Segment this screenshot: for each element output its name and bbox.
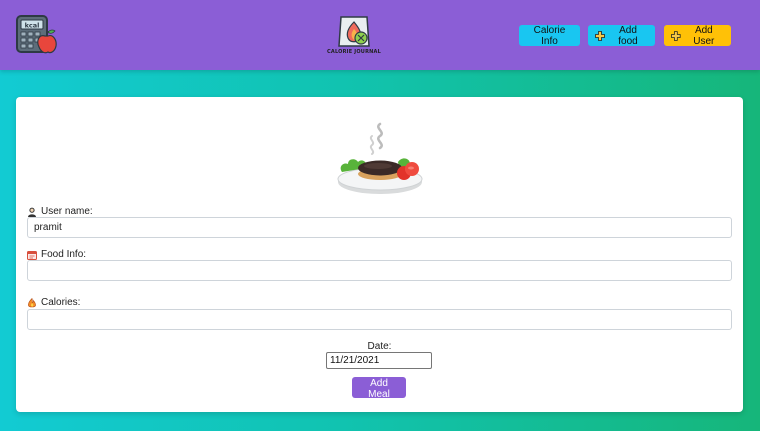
dish-illustration [337,122,423,194]
food-info-input[interactable] [27,260,732,281]
calorie-journal-logo[interactable]: CALORIE JOURNAL [327,14,381,58]
food-info-label: Food Info: [27,249,86,260]
calories-label: Calories: [27,297,80,308]
user-name-label: User name: [27,206,93,217]
user-name-label-text: User name: [41,206,93,217]
date-input[interactable] [326,352,432,369]
calculator-apple-icon[interactable]: kcal [15,14,57,56]
add-user-label: Add User [693,24,715,47]
calorie-info-label: Calorie Info [533,24,566,47]
user-icon [28,207,36,217]
logo-emblem-icon [338,16,370,47]
food-box-icon [27,250,37,260]
calorie-info-button[interactable]: Calorie Info [519,24,580,47]
brand-text: CALORIE JOURNAL [327,49,381,55]
add-meal-button[interactable]: Add Meal [352,377,406,400]
svg-text:kcal: kcal [25,22,40,30]
add-food-button[interactable]: Add food [588,24,655,47]
user-name-input[interactable] [27,217,732,238]
food-info-label-text: Food Info: [41,249,87,260]
navbar: kcal CALORIE JOURNAL Calorie Info Add fo… [0,0,760,70]
add-user-button[interactable]: Add User [664,24,731,47]
calories-input[interactable] [27,309,732,330]
plus-icon [671,30,681,41]
plus-icon [595,30,605,41]
date-label: Date: [367,341,392,352]
flame-icon [28,297,36,307]
add-food-label: Add food [618,24,638,47]
calories-label-text: Calories: [41,297,81,308]
add-meal-form-card: User name: Food Info: Calories: Date: Ad… [16,97,743,412]
